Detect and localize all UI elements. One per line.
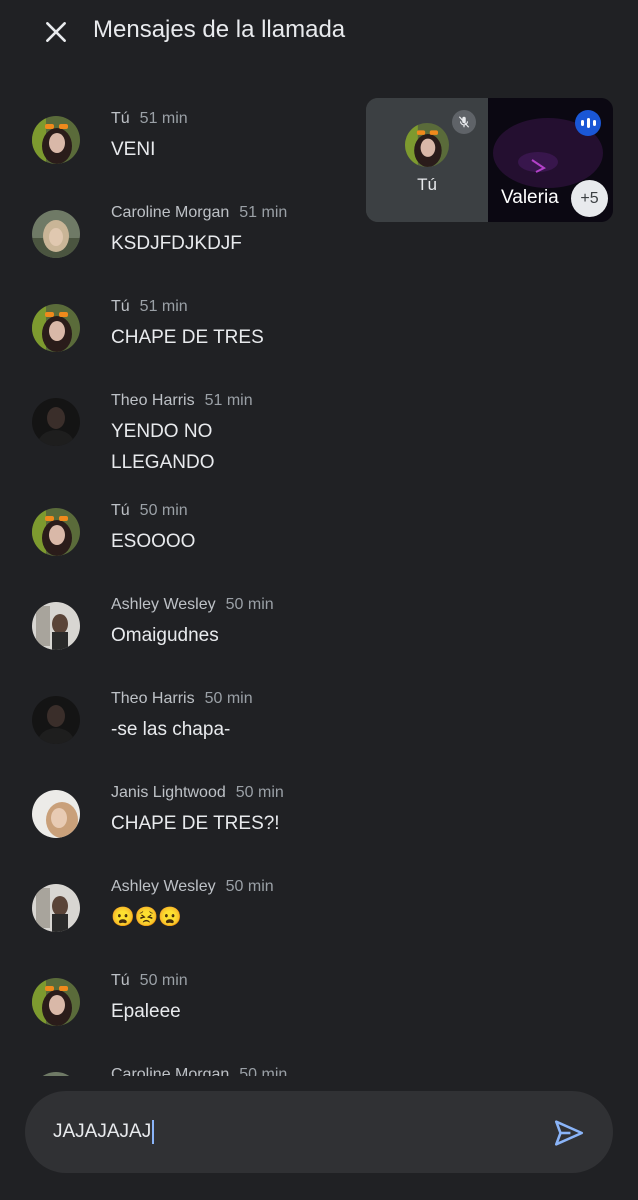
- header: Mensajes de la llamada: [0, 0, 638, 64]
- message-text: Epaleee: [111, 1001, 181, 1022]
- sender-name: Tú: [111, 972, 130, 989]
- message-text: 😦😣😦: [111, 907, 182, 928]
- message-input[interactable]: JAJAJAJAJ: [53, 1115, 533, 1149]
- self-tile[interactable]: Tú: [366, 98, 488, 222]
- mic-off-icon: [452, 110, 476, 134]
- message-time: 51 min: [139, 110, 188, 127]
- message-text: VENI: [111, 139, 156, 160]
- message-item: Theo Harris 51 min YENDO NO LLEGANDO: [0, 392, 638, 502]
- avatar: [32, 602, 80, 650]
- message-item: Caroline Morgan 50 min: [0, 1066, 638, 1076]
- message-time: 50 min: [225, 878, 274, 895]
- message-time: 51 min: [204, 392, 253, 409]
- message-text: ESOOOO: [111, 531, 196, 552]
- send-icon: [554, 1120, 584, 1146]
- message-composer: JAJAJAJAJ: [25, 1091, 613, 1173]
- message-item: Ashley Wesley 50 min Omaigudnes: [0, 596, 638, 690]
- message-item: Theo Harris 50 min -se las chapa-: [0, 690, 638, 784]
- page-title: Mensajes de la llamada: [93, 16, 346, 43]
- message-item: Janis Lightwood 50 min CHAPE DE TRES?!: [0, 784, 638, 878]
- message-time: 50 min: [139, 502, 188, 519]
- message-text: -se las chapa-: [111, 719, 231, 740]
- participant-tile-valeria[interactable]: Valeria +5: [488, 98, 613, 222]
- message-time: 51 min: [239, 204, 288, 221]
- message-time: 50 min: [204, 690, 253, 707]
- message-time: 50 min: [235, 784, 284, 801]
- message-text: CHAPE DE TRES?!: [111, 813, 280, 834]
- message-text: YENDO NO LLEGANDO: [111, 421, 215, 473]
- message-time: 50 min: [225, 596, 274, 613]
- message-item: Tú 50 min ESOOOO: [0, 502, 638, 596]
- avatar: [32, 210, 80, 258]
- send-button[interactable]: [549, 1113, 589, 1153]
- avatar: [32, 116, 80, 164]
- sender-name: Tú: [111, 298, 130, 315]
- sender-name: Caroline Morgan: [111, 1066, 230, 1076]
- speaking-indicator-icon: [575, 110, 601, 136]
- sender-name: Ashley Wesley: [111, 878, 216, 895]
- sender-name: Theo Harris: [111, 392, 195, 409]
- more-participants-badge[interactable]: +5: [571, 180, 608, 217]
- message-text: CHAPE DE TRES: [111, 327, 264, 348]
- sender-name: Ashley Wesley: [111, 596, 216, 613]
- message-text: Omaigudnes: [111, 625, 219, 646]
- avatar: [32, 978, 80, 1026]
- message-time: 50 min: [139, 972, 188, 989]
- participants-tile[interactable]: Tú Valeria +5: [366, 98, 613, 222]
- avatar: [32, 1072, 80, 1076]
- sender-name: Janis Lightwood: [111, 784, 226, 801]
- sender-name: Tú: [111, 502, 130, 519]
- avatar: [32, 790, 80, 838]
- sender-name: Caroline Morgan: [111, 204, 230, 221]
- avatar: [32, 696, 80, 744]
- self-name: Tú: [417, 175, 437, 194]
- avatar: [32, 304, 80, 352]
- text-caret: [152, 1120, 155, 1144]
- message-input-value: JAJAJAJAJ: [53, 1121, 152, 1142]
- sender-name: Theo Harris: [111, 690, 195, 707]
- avatar: [32, 398, 80, 446]
- message-time: 50 min: [239, 1066, 288, 1076]
- avatar: [32, 884, 80, 932]
- participant-name: Valeria: [501, 187, 559, 208]
- message-time: 51 min: [139, 298, 188, 315]
- close-icon: [46, 22, 66, 42]
- message-item: Ashley Wesley 50 min 😦😣😦: [0, 878, 638, 972]
- close-button[interactable]: [38, 14, 74, 50]
- avatar: [32, 508, 80, 556]
- message-item: Tú 51 min CHAPE DE TRES: [0, 298, 638, 392]
- message-item: Tú 50 min Epaleee: [0, 972, 638, 1066]
- avatar: [405, 123, 449, 167]
- message-text: KSDJFDJKDJF: [111, 233, 242, 254]
- sender-name: Tú: [111, 110, 130, 127]
